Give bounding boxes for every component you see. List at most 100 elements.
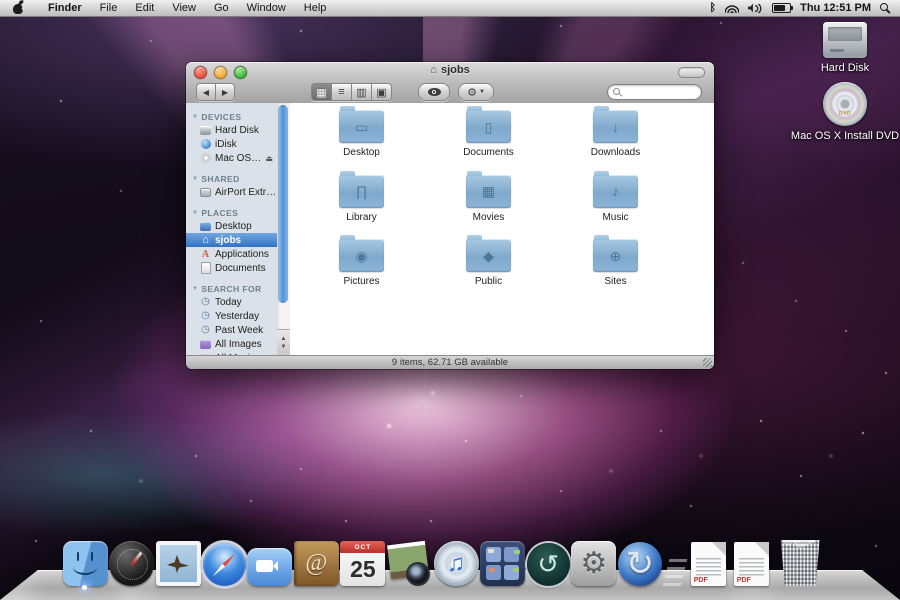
- disclosure-triangle-icon[interactable]: ▼: [192, 114, 198, 120]
- pdf-document-dock-icon[interactable]: PDF: [734, 542, 769, 586]
- quick-look-button[interactable]: [418, 83, 450, 101]
- sidebar-item-desktop[interactable]: Desktop: [186, 219, 277, 233]
- menu-view[interactable]: View: [163, 1, 205, 15]
- menu-finder[interactable]: Finder: [39, 1, 91, 15]
- search-input[interactable]: [625, 85, 697, 99]
- scrollbar-arrows: ▲ ▼: [277, 329, 290, 356]
- sidebar-section-places: ▼PLACES Desktop ⌂sjobs AApplications Doc…: [186, 206, 277, 275]
- menu-edit[interactable]: Edit: [126, 1, 163, 15]
- volume-icon[interactable]: [748, 3, 763, 13]
- gear-icon: ⚙: [580, 549, 607, 579]
- back-button[interactable]: ◀: [196, 83, 216, 101]
- sidebar-header[interactable]: ▼DEVICES: [186, 110, 277, 123]
- list-view-button[interactable]: ≡: [332, 83, 352, 101]
- sync-arrows-icon: ↻: [626, 547, 655, 581]
- folder-music[interactable]: ♪Music: [552, 175, 679, 240]
- scrollbar-thumb[interactable]: [278, 105, 288, 303]
- movies-emblem-icon: ▦: [482, 184, 495, 198]
- mail-dock-icon[interactable]: [156, 541, 201, 586]
- folder-desktop[interactable]: ▭Desktop: [298, 110, 425, 175]
- toolbar-toggle-pill[interactable]: [678, 67, 705, 78]
- sidebar-item-documents[interactable]: Documents: [186, 261, 277, 275]
- trash-dock-icon[interactable]: [779, 540, 822, 586]
- system-preferences-dock-icon[interactable]: ⚙: [571, 541, 616, 586]
- folder-sites[interactable]: ⊕Sites: [552, 239, 679, 304]
- menu-go[interactable]: Go: [205, 1, 238, 15]
- icon-view-button[interactable]: ▦: [311, 83, 332, 101]
- sidebar-header-label: SHARED: [201, 174, 239, 184]
- window-titlebar[interactable]: ⌂sjobs: [186, 62, 714, 81]
- sidebar-scrollbar[interactable]: ▲ ▼: [277, 103, 291, 356]
- apple-menu-icon[interactable]: [12, 1, 25, 15]
- menu-help[interactable]: Help: [295, 1, 336, 15]
- sidebar-item-today[interactable]: ◷Today: [186, 295, 277, 309]
- sidebar-header[interactable]: ▼SHARED: [186, 172, 277, 185]
- chevron-down-icon: ▼: [479, 89, 485, 95]
- disclosure-triangle-icon[interactable]: ▼: [192, 176, 198, 182]
- action-menu-button[interactable]: ⚙▼: [458, 83, 494, 101]
- sidebar-item-yesterday[interactable]: ◷Yesterday: [186, 309, 277, 323]
- column-view-button[interactable]: ▥: [352, 83, 372, 101]
- sidebar-item-applications[interactable]: AApplications: [186, 247, 277, 261]
- scroll-down-arrow[interactable]: ▼: [281, 344, 287, 350]
- forward-button[interactable]: ▶: [216, 83, 235, 101]
- sidebar-item-hard-disk[interactable]: Hard Disk: [186, 123, 277, 137]
- eject-icon[interactable]: ⏏: [265, 154, 273, 163]
- sidebar-item-sjobs[interactable]: ⌂sjobs: [186, 233, 277, 247]
- menu-bar-clock[interactable]: Thu 12:51 PM: [800, 2, 871, 14]
- safari-dock-icon[interactable]: [203, 543, 246, 586]
- bluetooth-icon[interactable]: ᛒ: [709, 3, 716, 14]
- folder-label: Documents: [463, 147, 514, 158]
- folder-movies[interactable]: ▦Movies: [425, 175, 552, 240]
- folder-library[interactable]: ∏Library: [298, 175, 425, 240]
- time-machine-dock-icon[interactable]: ↺: [527, 543, 570, 586]
- finder-dock-icon[interactable]: [63, 541, 108, 586]
- resize-grip[interactable]: [703, 358, 712, 367]
- sidebar-item-install-disc[interactable]: Mac OS X I... ⏏: [186, 151, 277, 165]
- sidebar-header[interactable]: ▼PLACES: [186, 206, 277, 219]
- disclosure-triangle-icon[interactable]: ▼: [192, 210, 198, 216]
- window-header[interactable]: ⌂sjobs ◀ ▶ ▦ ≡ ▥ ▣ ⚙▼: [186, 62, 714, 104]
- ical-dock-icon[interactable]: OCT25: [340, 541, 385, 586]
- scroll-up-arrow[interactable]: ▲: [281, 336, 287, 342]
- folder-public[interactable]: ◆Public: [425, 239, 552, 304]
- disclosure-triangle-icon[interactable]: ▼: [192, 286, 198, 292]
- software-update-dock-icon[interactable]: ↻: [618, 542, 662, 586]
- sidebar-item-past-week[interactable]: ◷Past Week: [186, 323, 277, 337]
- hard-disk-icon: [823, 22, 867, 58]
- folder-downloads[interactable]: ↓Downloads: [552, 110, 679, 175]
- battery-icon[interactable]: [772, 3, 791, 13]
- menu-window[interactable]: Window: [238, 1, 295, 15]
- folder-icon: ▦: [466, 175, 511, 208]
- itunes-dock-icon[interactable]: ♫: [434, 541, 479, 586]
- folder-pictures[interactable]: ◉Pictures: [298, 239, 425, 304]
- clock-icon: ◷: [201, 297, 210, 307]
- finder-window: ⌂sjobs ◀ ▶ ▦ ≡ ▥ ▣ ⚙▼: [186, 62, 714, 369]
- sidebar-header[interactable]: ▼SEARCH FOR: [186, 282, 277, 295]
- coverflow-view-button[interactable]: ▣: [372, 83, 392, 101]
- music-note-icon: ♫: [447, 550, 465, 578]
- ichat-dock-icon[interactable]: [247, 548, 292, 586]
- spaces-dock-icon[interactable]: [480, 541, 525, 586]
- desktop-icon-hard-disk[interactable]: Hard Disk: [806, 22, 884, 74]
- pdf-badge: PDF: [737, 577, 753, 584]
- sites-emblem-icon: ⊕: [610, 249, 622, 263]
- smart-folder-icon: [200, 340, 211, 349]
- search-field[interactable]: [607, 84, 702, 100]
- folder-documents[interactable]: ▯Documents: [425, 110, 552, 175]
- sidebar-item-all-images[interactable]: All Images: [186, 337, 277, 351]
- pdf-document-dock-icon[interactable]: PDF: [691, 542, 726, 586]
- wifi-icon[interactable]: [725, 4, 739, 13]
- sidebar-item-airport-extreme[interactable]: AirPort Extreme: [186, 185, 277, 199]
- home-proxy-icon: ⌂: [430, 64, 437, 76]
- folder-icon: ↓: [593, 110, 638, 143]
- applications-icon: A: [202, 249, 209, 260]
- dashboard-dock-icon[interactable]: [109, 541, 154, 586]
- iphoto-dock-icon[interactable]: [387, 541, 432, 586]
- spotlight-icon[interactable]: [880, 3, 890, 14]
- menu-file[interactable]: File: [91, 1, 127, 15]
- sidebar-item-label: Mac OS X I...: [215, 153, 261, 164]
- sidebar-item-idisk[interactable]: iDisk: [186, 137, 277, 151]
- desktop-icon-install-dvd[interactable]: DVD Mac OS X Install DVD: [793, 82, 897, 142]
- address-book-dock-icon[interactable]: @: [294, 541, 339, 586]
